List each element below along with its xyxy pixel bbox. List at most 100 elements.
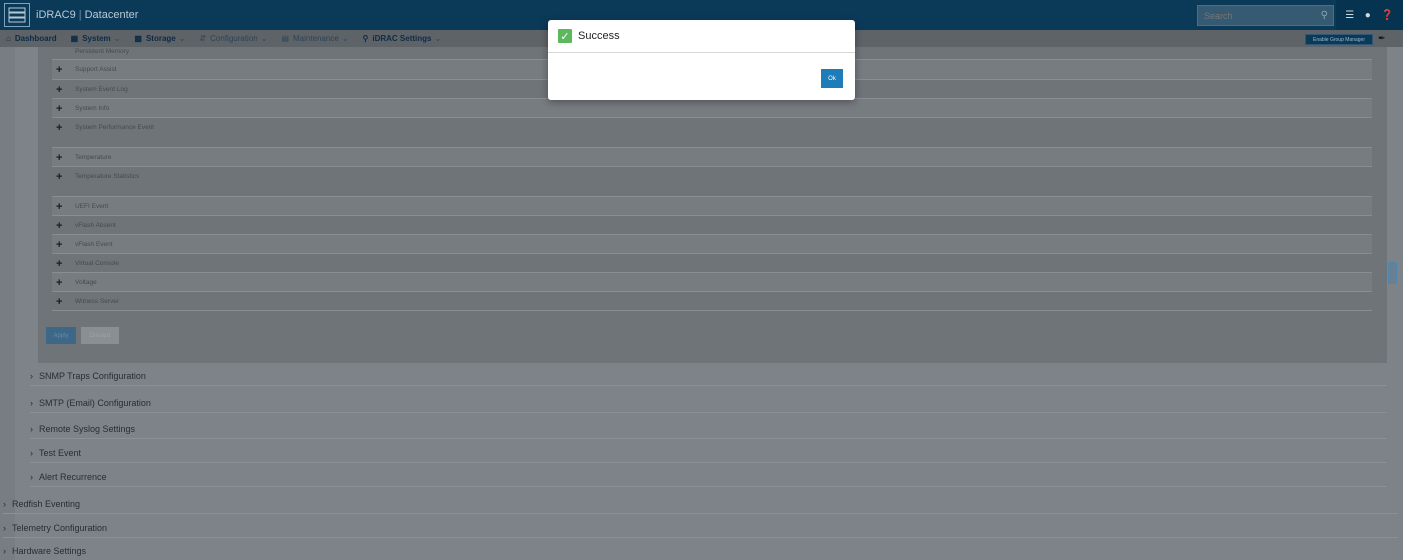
chevron-right-icon: › [3,499,6,509]
chevron-down-icon: ⌄ [178,34,186,43]
section-remote-syslog[interactable]: › Remote Syslog Settings [30,420,1387,439]
discard-button[interactable]: Discard [81,327,119,344]
table-row[interactable]: + Virtual Console [52,254,1372,273]
section-label: Test Event [39,448,82,458]
nav-configuration-label: Configuration [210,34,258,43]
nav-system-label: System [82,34,111,43]
section-test-event[interactable]: › Test Event [30,444,1387,463]
checkmark-icon: ✓ [558,29,572,43]
row-label: Virtual Console [75,260,119,267]
section-hardware-settings[interactable]: › Hardware Settings [3,542,1398,560]
section-redfish-eventing[interactable]: › Redfish Eventing [3,495,1398,514]
user-icon[interactable]: ● [1365,10,1371,21]
row-label: vFlash Absent [75,222,116,229]
storage-icon: ▩ [134,34,142,43]
plus-icon[interactable]: + [56,259,75,270]
apply-button[interactable]: Apply [46,327,76,344]
brand-context: Datacenter [84,9,139,21]
nav-dashboard-label: Dashboard [14,34,57,43]
ok-button[interactable]: Ok [821,69,843,88]
section-label: Remote Syslog Settings [39,424,136,434]
section-label: Redfish Eventing [12,499,81,509]
plus-icon[interactable]: + [56,85,75,96]
section-label: Hardware Settings [12,546,87,556]
chevron-right-icon: › [30,448,33,458]
row-label: UEFI Event [75,203,109,210]
nav-configuration[interactable]: ⇵ Configuration ⌄ [199,34,267,43]
chevron-right-icon: › [3,546,6,556]
plus-icon[interactable]: + [56,297,75,308]
search-icon[interactable]: ⚲ [1321,10,1328,21]
section-smtp[interactable]: › SMTP (Email) Configuration [30,394,1387,413]
chevron-right-icon: › [30,424,33,434]
maintenance-icon: ▤ [281,34,289,43]
table-row[interactable]: + Temperature Statistics [52,167,1372,197]
search-box[interactable]: ⚲ [1197,5,1334,26]
plus-icon[interactable]: + [56,221,75,232]
search-input[interactable] [1198,7,1308,25]
nav-maintenance-label: Maintenance [293,34,339,43]
nav-dashboard[interactable]: ⌂ Dashboard [6,34,57,43]
chevron-right-icon: › [3,523,6,533]
dialog-header: ✓ Success [548,20,855,53]
idrac-logo-icon [4,3,30,27]
chevron-right-icon: › [30,371,33,381]
settings-icon: ⚲ [362,34,369,43]
chevron-down-icon: ⌄ [434,34,442,43]
plus-icon[interactable]: + [56,123,75,134]
section-label: Alert Recurrence [39,472,107,482]
table-row[interactable]: + System Performance Event [52,118,1372,148]
server-icon: ▦ [70,34,79,43]
table-row[interactable]: + Voltage [52,273,1372,292]
nav-idrac-settings-label: iDRAC Settings [372,34,432,43]
jobs-icon[interactable]: ☰ [1345,10,1354,21]
row-label: System Info [75,105,110,112]
row-label: Witness Server [75,298,120,305]
row-label: Support Assist [75,66,117,73]
nav-storage-label: Storage [145,34,176,43]
row-label: System Event Log [75,86,128,93]
row-label: System Performance Event [75,124,155,131]
row-label: vFlash Event [75,241,113,248]
row-label: Persistent Memory [75,48,130,55]
section-telemetry[interactable]: › Telemetry Configuration [3,519,1398,538]
enable-group-manager-button[interactable]: Enable Group Manager [1305,34,1373,45]
row-label: Temperature [75,154,112,161]
plus-icon[interactable]: + [56,104,75,115]
plus-icon[interactable]: + [56,202,75,213]
chevron-right-icon: › [30,472,33,482]
plus-icon[interactable]: + [56,278,75,289]
table-row[interactable]: + System Info [52,99,1372,118]
scroll-handle[interactable] [1388,262,1397,284]
chevron-down-icon: ⌄ [113,34,121,43]
plus-icon[interactable]: + [56,153,75,164]
section-snmp-traps[interactable]: › SNMP Traps Configuration [30,367,1387,386]
section-alert-recurrence[interactable]: › Alert Recurrence [30,468,1387,487]
table-row[interactable]: + UEFI Event [52,197,1372,216]
help-icon[interactable]: ❓ [1381,10,1393,21]
nav-storage[interactable]: ▩ Storage ⌄ [134,34,185,43]
table-row[interactable]: + Witness Server [52,292,1372,311]
row-label: Temperature Statistics [75,173,140,180]
section-label: SMTP (Email) Configuration [39,398,151,408]
top-icons: ☰ ● ❓ [1336,0,1403,30]
brand-title: iDRAC9 | Datacenter [36,9,139,21]
nav-system[interactable]: ▦ System ⌄ [71,34,121,43]
success-dialog: ✓ Success Ok [548,20,855,100]
plus-icon[interactable]: + [56,65,75,76]
table-row[interactable]: + vFlash Absent [52,216,1372,235]
pin-icon[interactable]: ✒ [1378,33,1386,44]
section-label: Telemetry Configuration [12,523,108,533]
table-row[interactable]: + Temperature [52,148,1372,167]
nav-maintenance[interactable]: ▤ Maintenance ⌄ [281,34,348,43]
home-icon: ⌂ [6,34,11,43]
chevron-down-icon: ⌄ [260,34,268,43]
table-row[interactable]: + vFlash Event [52,235,1372,254]
dialog-title: Success [578,30,620,42]
plus-icon[interactable]: + [56,240,75,251]
section-label: SNMP Traps Configuration [39,371,146,381]
chevron-right-icon: › [30,398,33,408]
plus-icon[interactable]: + [56,172,75,183]
nav-idrac-settings[interactable]: ⚲ iDRAC Settings ⌄ [363,34,442,43]
row-label: Voltage [75,279,97,286]
